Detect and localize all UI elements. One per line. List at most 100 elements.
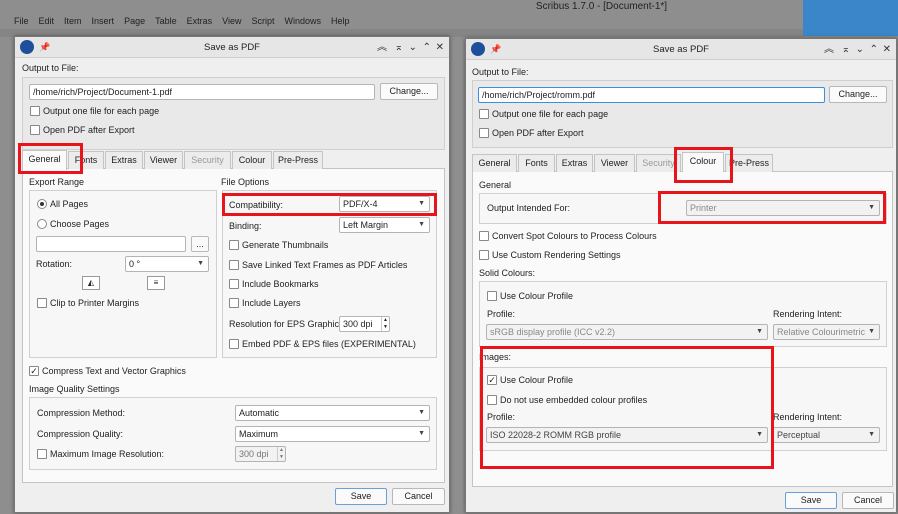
- close-icon[interactable]: ✕: [436, 37, 444, 58]
- tab-viewer[interactable]: Viewer: [144, 151, 183, 169]
- keep-below-icon[interactable]: ⌅: [842, 39, 850, 60]
- export-range-label: Export Range: [29, 177, 85, 187]
- maximize-icon[interactable]: ⌃: [870, 39, 878, 60]
- linked-frames-checkbox[interactable]: [229, 260, 239, 270]
- spin-arrows-icon[interactable]: ▲ ▼: [381, 317, 389, 331]
- chevron-down-icon: ▼: [418, 430, 425, 437]
- bookmarks-checkbox[interactable]: [229, 279, 239, 289]
- keep-below-icon[interactable]: ⌅: [395, 37, 403, 58]
- layers-label: Include Layers: [242, 298, 301, 308]
- compression-method-value: Automatic: [239, 408, 280, 418]
- max-resolution-checkbox[interactable]: [37, 449, 47, 459]
- images-intent-select[interactable]: Perceptual ▼: [773, 427, 880, 443]
- open-after-label: Open PDF after Export: [43, 125, 135, 135]
- menu-edit[interactable]: Edit: [34, 14, 60, 29]
- compression-method-select[interactable]: Automatic ▼: [235, 405, 430, 421]
- menu-bar: File Edit Item Insert Page Table Extras …: [0, 14, 355, 29]
- output-path-input[interactable]: /home/rich/Project/Document-1.pdf: [29, 84, 375, 100]
- minimize-icon[interactable]: ⌄: [856, 39, 864, 60]
- one-file-checkbox[interactable]: [30, 106, 40, 116]
- menu-windows[interactable]: Windows: [280, 14, 327, 29]
- file-options-label: File Options: [221, 177, 270, 187]
- binding-select[interactable]: Left Margin ▼: [339, 217, 430, 233]
- menu-script[interactable]: Script: [246, 14, 279, 29]
- image-quality-label: Image Quality Settings: [29, 384, 120, 394]
- compression-method-label: Compression Method:: [37, 408, 126, 418]
- dialog-title: Save as PDF: [204, 42, 260, 53]
- open-after-checkbox[interactable]: [479, 128, 489, 138]
- keep-above-icon[interactable]: ︽: [824, 39, 834, 60]
- general-section-label: General: [479, 180, 512, 190]
- solid-intent-select[interactable]: Relative Colourimetric ▼: [773, 324, 880, 340]
- choose-pages-radio[interactable]: [37, 219, 47, 229]
- change-button[interactable]: Change...: [380, 83, 438, 100]
- spin-arrows-icon[interactable]: ▲ ▼: [277, 447, 285, 461]
- cancel-button[interactable]: Cancel: [392, 488, 445, 505]
- keep-above-icon[interactable]: ︽: [377, 37, 387, 58]
- mirror-vertical-icon[interactable]: ≡: [147, 276, 165, 290]
- custom-rendering-checkbox[interactable]: [479, 250, 489, 260]
- compression-quality-label: Compression Quality:: [37, 429, 124, 439]
- one-file-checkbox[interactable]: [479, 109, 489, 119]
- compress-checkbox[interactable]: ✓: [29, 366, 39, 376]
- solid-profile-select[interactable]: sRGB display profile (ICC v2.2) ▼: [486, 324, 768, 340]
- save-button[interactable]: Save: [335, 488, 387, 505]
- pages-picker-button[interactable]: ...: [191, 236, 209, 252]
- save-button[interactable]: Save: [785, 492, 837, 509]
- images-intent-label: Rendering Intent:: [773, 412, 843, 422]
- embed-eps-checkbox[interactable]: [229, 339, 239, 349]
- menu-table[interactable]: Table: [150, 14, 182, 29]
- chevron-down-icon: ▼: [418, 409, 425, 416]
- menu-insert[interactable]: Insert: [87, 14, 120, 29]
- close-icon[interactable]: ✕: [883, 39, 891, 60]
- custom-rendering-label: Use Custom Rendering Settings: [492, 250, 621, 260]
- linked-frames-label: Save Linked Text Frames as PDF Articles: [242, 260, 408, 270]
- pages-input[interactable]: [36, 236, 186, 252]
- clip-margins-checkbox[interactable]: [37, 298, 47, 308]
- solid-profile-value: sRGB display profile (ICC v2.2): [490, 327, 616, 337]
- minimize-icon[interactable]: ⌄: [409, 37, 417, 58]
- tab-extras[interactable]: Extras: [556, 154, 593, 172]
- scribus-logo-icon: [471, 42, 485, 56]
- binding-value: Left Margin: [343, 220, 389, 230]
- convert-spot-checkbox[interactable]: [479, 231, 489, 241]
- pin-icon[interactable]: 📌: [39, 37, 50, 58]
- cancel-button[interactable]: Cancel: [842, 492, 894, 509]
- layers-checkbox[interactable]: [229, 298, 239, 308]
- rotation-select[interactable]: 0 ° ▼: [125, 256, 209, 272]
- all-pages-radio[interactable]: [37, 199, 47, 209]
- max-resolution-spinbox[interactable]: 300 dpi ▲ ▼: [235, 446, 286, 462]
- eps-resolution-spinbox[interactable]: 300 dpi ▲ ▼: [339, 316, 390, 332]
- highlight-colour-tab: [674, 147, 733, 183]
- open-after-checkbox[interactable]: [30, 125, 40, 135]
- thumbnails-checkbox[interactable]: [229, 240, 239, 250]
- tab-prepress[interactable]: Pre-Press: [273, 151, 323, 169]
- tab-security[interactable]: Security: [184, 151, 231, 169]
- menu-help[interactable]: Help: [326, 14, 355, 29]
- open-after-label: Open PDF after Export: [492, 128, 584, 138]
- solid-use-profile-checkbox[interactable]: [487, 291, 497, 301]
- highlight-compatibility: [222, 193, 437, 216]
- output-path-input[interactable]: /home/rich/Project/romm.pdf: [478, 87, 825, 103]
- tab-general[interactable]: General: [472, 154, 517, 172]
- menu-item[interactable]: Item: [59, 14, 87, 29]
- compression-quality-value: Maximum: [239, 429, 279, 439]
- tab-fonts[interactable]: Fonts: [518, 154, 555, 172]
- choose-pages-label: Choose Pages: [50, 219, 110, 229]
- pin-icon[interactable]: 📌: [490, 39, 501, 60]
- menu-file[interactable]: File: [0, 14, 34, 29]
- eps-resolution-value: 300 dpi: [343, 319, 373, 329]
- tab-colour[interactable]: Colour: [232, 151, 272, 169]
- menu-page[interactable]: Page: [119, 14, 150, 29]
- menu-extras[interactable]: Extras: [182, 14, 218, 29]
- change-button[interactable]: Change...: [829, 86, 887, 103]
- export-range-group: [29, 190, 217, 358]
- solid-profile-label: Profile:: [487, 309, 516, 319]
- tab-extras[interactable]: Extras: [105, 151, 143, 169]
- compression-quality-select[interactable]: Maximum ▼: [235, 426, 430, 442]
- rotation-label: Rotation:: [36, 259, 73, 269]
- mirror-horizontal-icon[interactable]: ◭: [82, 276, 100, 290]
- maximize-icon[interactable]: ⌃: [423, 37, 431, 58]
- menu-view[interactable]: View: [217, 14, 246, 29]
- tab-viewer[interactable]: Viewer: [594, 154, 635, 172]
